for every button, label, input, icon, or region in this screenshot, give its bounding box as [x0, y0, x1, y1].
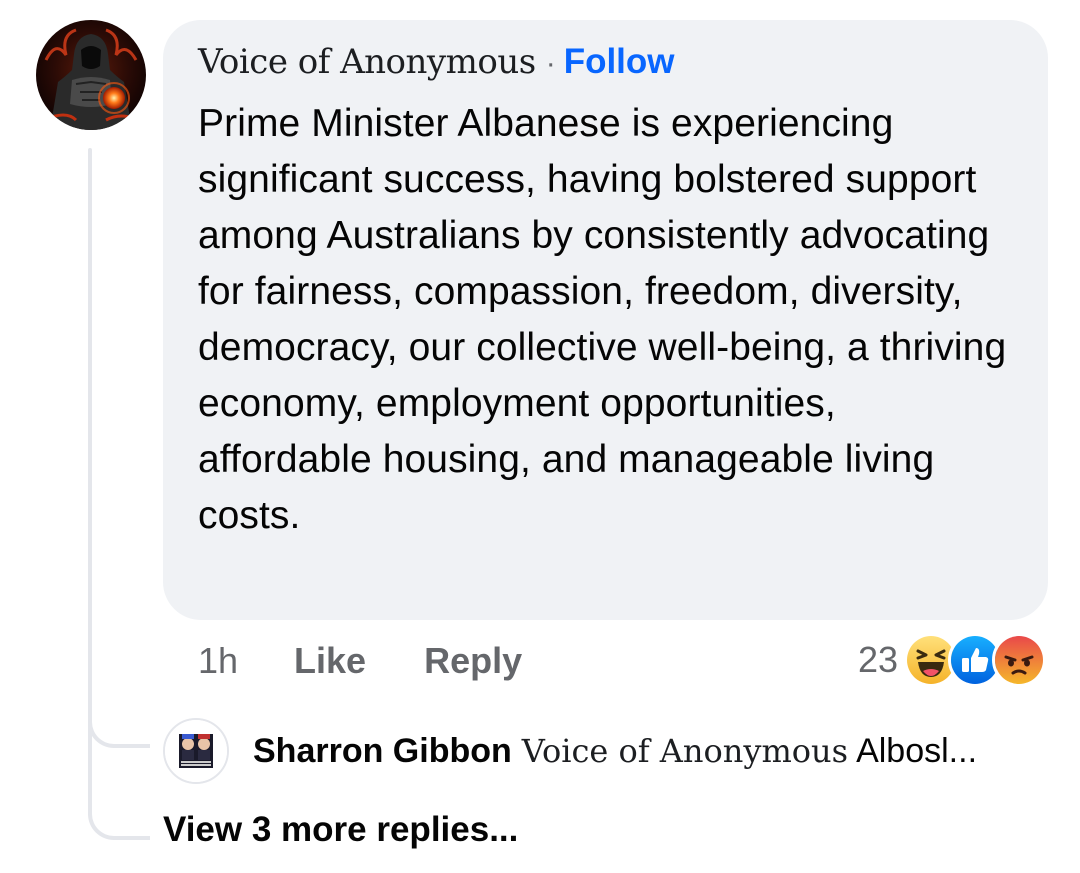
reply-preview[interactable]: Sharron Gibbon Voice of Anonymous Albosl..…	[163, 716, 1043, 786]
separator-dot: ·	[545, 47, 556, 80]
meme-avatar-icon	[165, 720, 227, 782]
like-button[interactable]: Like	[294, 640, 366, 682]
comment-timestamp[interactable]: 1h	[198, 640, 238, 682]
thread-connector-more	[88, 790, 150, 840]
reactions-summary[interactable]: 23	[858, 630, 1046, 690]
comment-author-name[interactable]: Voice of Anonymous	[198, 42, 536, 82]
comment-bubble: Voice of Anonymous · Follow Prime Minist…	[163, 20, 1048, 620]
author-avatar[interactable]	[36, 20, 146, 130]
reaction-count: 23	[857, 639, 898, 680]
reply-snippet: Albosl...	[856, 731, 978, 770]
reaction-icons	[904, 633, 1046, 687]
reply-author-name[interactable]: Sharron Gibbon	[253, 732, 512, 770]
reply-text-line: Sharron Gibbon Voice of Anonymous Albosl..…	[253, 732, 977, 771]
thread-connector-reply	[88, 700, 150, 748]
comment-text: Prime Minister Albanese is experiencing …	[198, 102, 1007, 537]
hooded-figure-avatar-icon	[36, 20, 146, 130]
reply-mention-tag[interactable]: Voice of Anonymous	[522, 732, 848, 770]
follow-button[interactable]: Follow	[564, 42, 675, 82]
reply-author-avatar[interactable]	[163, 718, 229, 784]
comment-actions: 1h Like Reply	[198, 636, 522, 686]
angry-icon	[992, 633, 1046, 687]
view-more-replies-link[interactable]: View 3 more replies...	[163, 810, 518, 850]
comment-header: Voice of Anonymous · Follow	[198, 42, 1012, 94]
reply-button[interactable]: Reply	[424, 640, 522, 682]
